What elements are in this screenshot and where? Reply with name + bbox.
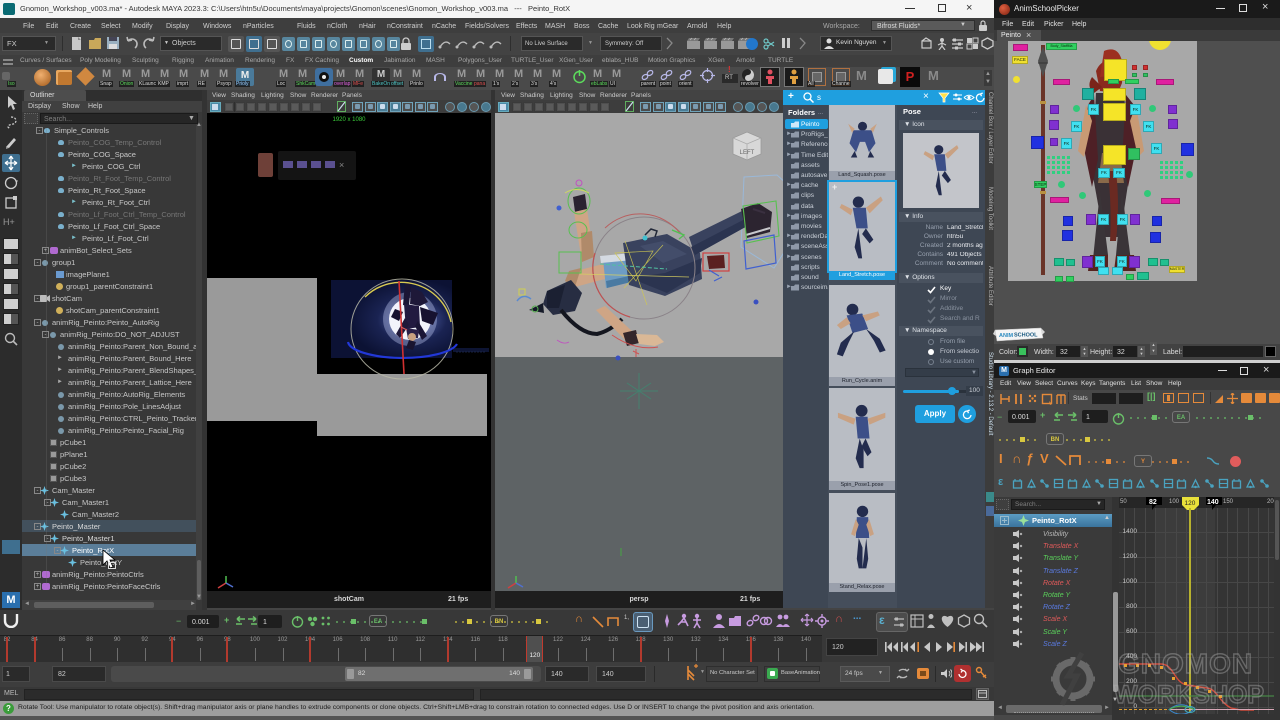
- svg-text:WORKSHOP: WORKSHOP: [1114, 681, 1264, 709]
- svg-text:GNOMON: GNOMON: [1118, 648, 1253, 679]
- svg-text:ANIM: ANIM: [999, 333, 1013, 339]
- svg-text:SCHOOL: SCHOOL: [1014, 333, 1038, 339]
